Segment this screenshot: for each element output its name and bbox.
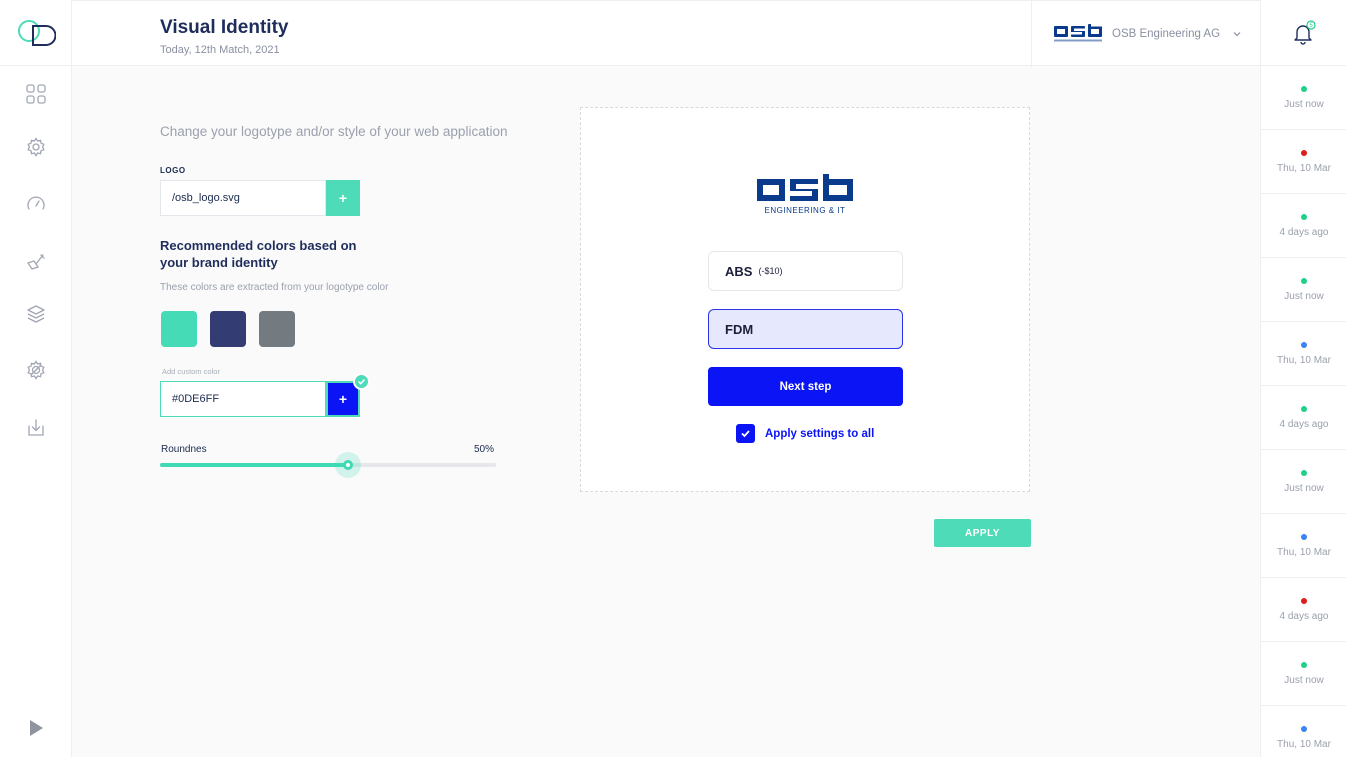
option-fdm-label: FDM: [725, 321, 754, 337]
custom-color-input[interactable]: #0DE6FF: [160, 381, 326, 417]
recommended-colors-desc: These colors are extracted from your log…: [160, 282, 389, 293]
roundness-slider-track[interactable]: [160, 463, 496, 467]
status-dot: [1301, 213, 1307, 220]
notification-item[interactable]: Just now: [1261, 66, 1346, 130]
status-dot: [1301, 725, 1307, 732]
material-option-abs[interactable]: ABS (-$10): [708, 251, 903, 291]
notification-item[interactable]: Thu, 10 Mar: [1261, 514, 1346, 578]
settings-gear-icon[interactable]: [22, 133, 50, 161]
status-dot: [1301, 661, 1307, 668]
roundness-slider-fill: [160, 463, 349, 467]
status-dot: [1301, 277, 1307, 284]
roundness-slider-thumb[interactable]: [343, 460, 353, 470]
notification-item[interactable]: 4 days ago: [1261, 578, 1346, 642]
apply-settings-checkbox[interactable]: Apply settings to all: [736, 424, 874, 443]
color-swatch-navy[interactable]: [210, 311, 246, 347]
notification-time: Thu, 10 Mar: [1277, 738, 1331, 750]
next-step-button[interactable]: Next step: [708, 367, 903, 406]
logo-path-input[interactable]: /osb_logo.svg: [160, 180, 326, 216]
header: Visual Identity Today, 12th Match, 2021 …: [72, 0, 1260, 67]
notification-item[interactable]: Just now: [1261, 450, 1346, 514]
company-name: OSB Engineering AG: [1112, 28, 1221, 40]
layers-icon[interactable]: [22, 300, 50, 328]
chevron-down-icon: [1233, 32, 1241, 37]
notification-time: Just now: [1284, 674, 1324, 686]
notifications-button[interactable]: 5: [1261, 0, 1346, 66]
notification-time: Thu, 10 Mar: [1277, 162, 1331, 174]
notification-item[interactable]: 4 days ago: [1261, 386, 1346, 450]
status-dot: [1301, 341, 1307, 348]
download-icon[interactable]: [22, 413, 50, 441]
notification-item[interactable]: Thu, 10 Mar: [1261, 130, 1346, 194]
notification-item[interactable]: Thu, 10 Mar: [1261, 322, 1346, 386]
company-logo-icon: [1054, 24, 1102, 42]
material-option-fdm[interactable]: FDM: [708, 309, 903, 349]
notification-time: Just now: [1284, 290, 1324, 302]
notification-time: 4 days ago: [1279, 418, 1329, 430]
apply-button[interactable]: APPLY: [934, 519, 1031, 547]
notification-item[interactable]: Just now: [1261, 258, 1346, 322]
recommended-colors-title: Recommended colors based on your brand i…: [160, 238, 357, 270]
form-subtitle: Change your logotype and/or style of you…: [160, 124, 508, 139]
option-abs-label: ABS: [725, 263, 753, 279]
play-icon[interactable]: [26, 718, 46, 738]
notification-item[interactable]: Just now: [1261, 642, 1346, 706]
notifications-panel: 5 Just now Thu, 10 Mar 4 days ago Just now T…: [1260, 0, 1346, 757]
brand-logo: ENGINEERING & IT: [757, 174, 853, 215]
notification-time: Just now: [1284, 482, 1324, 494]
sidebar: [0, 0, 72, 757]
status-dot: [1301, 469, 1307, 476]
brand-tagline: ENGINEERING & IT: [765, 206, 846, 215]
notification-time: Just now: [1284, 98, 1324, 110]
checkbox-checked-icon: [736, 424, 755, 443]
page-title: Visual Identity: [160, 17, 289, 38]
check-icon: [353, 373, 370, 390]
roundness-label: Roundnes: [161, 444, 207, 455]
upload-logo-button[interactable]: +: [326, 180, 360, 216]
color-swatch-teal[interactable]: [161, 311, 197, 347]
settings-cog-icon[interactable]: [22, 356, 50, 384]
app-logo-icon: [18, 19, 56, 46]
notification-time: Thu, 10 Mar: [1277, 354, 1331, 366]
roundness-value: 50%: [474, 444, 495, 455]
page-date: Today, 12th Match, 2021: [160, 44, 280, 56]
notification-item[interactable]: 4 days ago: [1261, 194, 1346, 258]
style-preview: ENGINEERING & IT ABS (-$10) FDM Next ste…: [580, 107, 1030, 492]
option-abs-price: (-$10): [758, 266, 783, 276]
color-swatch-gray[interactable]: [259, 311, 295, 347]
status-dot: [1301, 405, 1307, 412]
notification-time: 4 days ago: [1279, 610, 1329, 622]
speedometer-icon[interactable]: [22, 190, 50, 218]
status-dot: [1301, 149, 1307, 156]
app-logo[interactable]: [0, 0, 72, 66]
status-dot: [1301, 533, 1307, 540]
logo-label: LOGO: [160, 166, 186, 175]
notification-time: Thu, 10 Mar: [1277, 546, 1331, 558]
notification-item[interactable]: Thu, 10 Mar: [1261, 706, 1346, 757]
tool-icon[interactable]: [22, 248, 50, 276]
status-dot: [1301, 85, 1307, 92]
custom-color-label: Add custom color: [162, 367, 220, 376]
status-dot: [1301, 597, 1307, 604]
apply-settings-label: Apply settings to all: [765, 427, 875, 440]
dashboard-icon[interactable]: [22, 80, 50, 108]
bell-icon: 5: [1294, 19, 1316, 45]
company-switcher[interactable]: OSB Engineering AG: [1031, 1, 1260, 67]
notification-time: 4 days ago: [1279, 226, 1329, 238]
